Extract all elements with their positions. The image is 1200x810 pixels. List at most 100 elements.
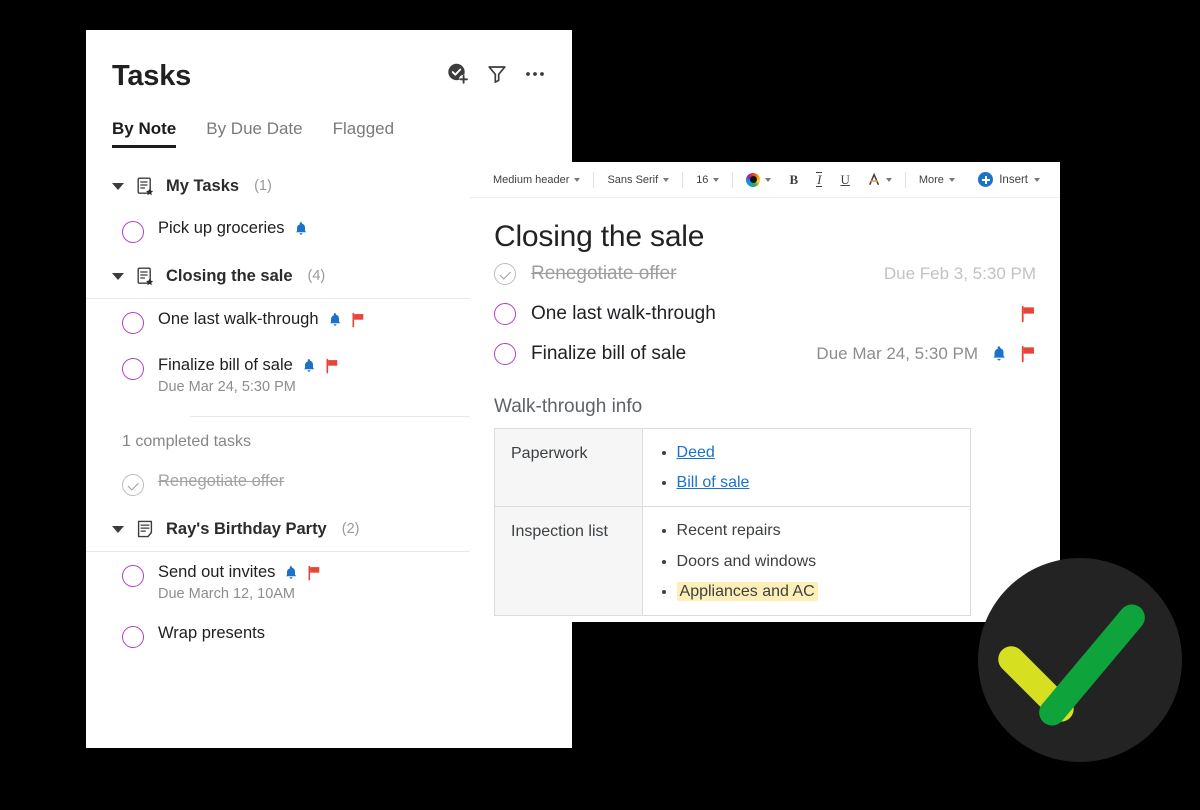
task-body: One last walk-through — [158, 310, 365, 329]
chevron-down-icon[interactable] — [112, 272, 124, 280]
reminder-bell-icon[interactable] — [328, 312, 342, 328]
task-title: One last walk-through — [158, 310, 319, 328]
chevron-down-icon — [713, 177, 720, 182]
table-cell-key: Inspection list — [494, 506, 643, 616]
note-body: Closing the sale Renegotiate offer Due F… — [470, 198, 1060, 616]
more-options-icon[interactable] — [524, 63, 546, 85]
list-item: Recent repairs — [677, 521, 954, 540]
tab-flagged[interactable]: Flagged — [333, 119, 394, 148]
italic-button[interactable]: I — [807, 168, 831, 192]
font-size-dropdown[interactable]: 16 — [687, 168, 728, 192]
note-editor-panel: Medium header Sans Serif 16 B I U More I… — [470, 162, 1060, 622]
tasks-header-actions — [446, 58, 546, 86]
chevron-down-icon — [1034, 177, 1040, 182]
tab-by-due-date[interactable]: By Due Date — [206, 119, 302, 148]
task-group-count: (1) — [254, 178, 272, 194]
task-body: Pick up groceries — [158, 219, 308, 238]
task-checkbox[interactable] — [494, 303, 516, 325]
note-title[interactable]: Closing the sale — [494, 220, 1036, 254]
highlight-pen-icon — [869, 172, 879, 185]
paragraph-style-dropdown[interactable]: Medium header — [484, 168, 589, 192]
flag-icon[interactable] — [351, 312, 365, 328]
task-group-name: My Tasks — [166, 176, 240, 195]
task-checkbox[interactable] — [122, 312, 144, 334]
task-checkbox[interactable] — [122, 626, 144, 648]
task-title-line: Wrap presents — [158, 624, 265, 643]
font-family-label: Sans Serif — [607, 173, 659, 186]
bold-button[interactable]: B — [780, 168, 807, 192]
link-bill-of-sale[interactable]: Bill of sale — [677, 474, 750, 491]
bullet-list: Recent repairs Doors and windows Applian… — [659, 521, 954, 601]
note-starred-icon — [135, 176, 155, 196]
tasks-tabs: By Note By Due Date Flagged — [86, 91, 572, 148]
paragraph-style-label: Medium header — [493, 173, 570, 186]
flag-icon[interactable] — [307, 565, 321, 581]
insert-button[interactable]: Insert — [978, 172, 1046, 187]
task-title: Finalize bill of sale — [531, 343, 687, 364]
highlight-button[interactable] — [859, 168, 901, 192]
task-title: Renegotiate offer — [158, 472, 285, 490]
screenshot-stage: Tasks By Note By Due Date Flagged My Tas… — [0, 0, 1200, 810]
flag-icon[interactable] — [1020, 345, 1036, 363]
task-due-date: Due Feb 3, 5:30 PM — [883, 264, 1036, 283]
chevron-down-icon — [765, 177, 772, 182]
table-row: Paperwork Deed Bill of sale — [494, 427, 971, 508]
note-task-row[interactable]: One last walk-through — [494, 294, 1036, 334]
task-title: Finalize bill of sale — [158, 356, 293, 374]
italic-icon: I — [816, 171, 823, 188]
editor-toolbar: Medium header Sans Serif 16 B I U More I… — [470, 162, 1060, 198]
task-due-date: Due Mar 24, 5:30 PM — [816, 344, 978, 363]
task-due-date: Due March 12, 10AM — [158, 586, 296, 602]
note-task-row[interactable]: Finalize bill of sale Due Mar 24, 5:30 P… — [494, 334, 1036, 374]
filter-icon[interactable] — [486, 63, 508, 85]
task-title-line: Renegotiate offer — [158, 472, 284, 491]
task-checkbox[interactable] — [122, 565, 144, 587]
list-item: Appliances and AC — [676, 581, 954, 601]
chevron-down-icon — [574, 177, 581, 182]
tab-by-note[interactable]: By Note — [112, 119, 177, 148]
task-body: Finalize bill of sale Due Mar 24, 5:30 P… — [158, 356, 339, 395]
task-checkbox[interactable] — [122, 358, 144, 380]
chevron-down-icon — [663, 177, 670, 182]
task-due-date: Due Mar 24, 5:30 PM — [158, 379, 296, 395]
reminder-bell-icon[interactable] — [302, 358, 316, 374]
task-checkbox[interactable] — [122, 474, 144, 496]
task-checkbox[interactable] — [122, 221, 144, 243]
task-group-count: (4) — [307, 268, 326, 284]
task-title-line: Send out invites — [158, 563, 321, 582]
reminder-bell-icon[interactable] — [294, 221, 308, 237]
task-checkbox[interactable] — [494, 343, 516, 365]
note-task-meta: Due Mar 24, 5:30 PM — [816, 344, 1036, 364]
note-task-meta: Due Feb 3, 5:30 PM — [884, 264, 1036, 284]
reminder-bell-icon[interactable] — [284, 565, 298, 581]
link-deed[interactable]: Deed — [677, 444, 715, 461]
task-title: Send out invites — [158, 563, 276, 581]
underline-button[interactable]: U — [831, 168, 858, 192]
flag-icon[interactable] — [1020, 305, 1036, 323]
chevron-down-icon — [885, 177, 892, 182]
plus-circle-icon — [978, 172, 994, 187]
flag-icon[interactable] — [325, 358, 339, 374]
text-color-picker[interactable] — [737, 168, 780, 192]
task-title-line: Finalize bill of sale — [158, 356, 339, 375]
table-cell-value: Deed Bill of sale — [641, 427, 971, 508]
chevron-down-icon[interactable] — [112, 525, 124, 533]
tasks-check-badge — [978, 558, 1182, 762]
more-formatting-dropdown[interactable]: More — [910, 168, 964, 192]
task-title: Wrap presents — [158, 624, 265, 642]
note-icon — [135, 519, 155, 539]
reminder-bell-icon[interactable] — [991, 345, 1007, 363]
task-title: One last walk-through — [531, 303, 716, 324]
chevron-down-icon[interactable] — [112, 182, 124, 190]
note-task-row[interactable]: Renegotiate offer Due Feb 3, 5:30 PM — [494, 254, 1036, 294]
add-task-icon[interactable] — [446, 62, 470, 86]
font-size-label: 16 — [696, 173, 709, 186]
toolbar-divider — [732, 171, 734, 188]
task-title: Pick up groceries — [158, 219, 285, 237]
table-cell-key: Paperwork — [494, 427, 643, 508]
insert-label: Insert — [999, 173, 1028, 186]
font-family-dropdown[interactable]: Sans Serif — [598, 168, 678, 192]
bullet-list: Deed Bill of sale — [659, 443, 954, 492]
tasks-header: Tasks — [86, 30, 572, 91]
task-checkbox[interactable] — [494, 263, 516, 285]
